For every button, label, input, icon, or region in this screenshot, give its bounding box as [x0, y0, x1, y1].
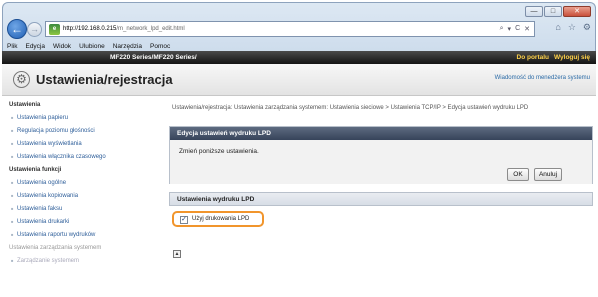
page-top-icon[interactable]: ▲ — [173, 250, 181, 258]
sidebar-item-printer[interactable]: Ustawienia drukarki — [6, 216, 160, 229]
ok-button[interactable]: OK — [507, 168, 529, 181]
edit-lpd-panel: Edycja ustawień wydruku LPD Zmień poniżs… — [169, 126, 593, 184]
main-content: Ustawienia/rejestracja: Ustawienia zarzą… — [166, 99, 596, 297]
sidebar-item-fax[interactable]: Ustawienia faksu — [6, 203, 160, 216]
edit-panel-body: Zmień poniższe ustawienia. OK Anuluj — [170, 140, 592, 184]
navigation-row: ← → e http://192.168.0.215/m_network_lpd… — [5, 18, 595, 40]
sidebar-item-display[interactable]: Ustawienia wyświetlania — [6, 138, 160, 151]
search-icon[interactable]: ⌕ — [500, 25, 504, 33]
settings-gear-icon[interactable]: ⚙ — [583, 22, 591, 33]
url-path: /m_network_lpd_edit.html — [116, 26, 185, 32]
home-icon[interactable]: ⌂ — [555, 22, 560, 33]
address-bar[interactable]: e http://192.168.0.215/m_network_lpd_edi… — [45, 21, 535, 37]
page-title-bar: ⚙ Ustawienia/rejestracja Wiadomość do me… — [2, 64, 596, 96]
device-header: MF220 Series/MF220 Series/ Do portalu Wy… — [2, 51, 596, 64]
back-button[interactable]: ← — [7, 19, 27, 39]
address-tools: ⌕ ▾ C ✕ — [500, 25, 534, 33]
page-title: Ustawienia/rejestracja — [36, 72, 173, 87]
lpd-setting-row: ✓ Użyj drukowania LPD — [169, 206, 593, 236]
lpd-settings-panel: Ustawienia wydruku LPD ✓ Użyj drukowania… — [169, 192, 593, 238]
sidebar-section-functions: Ustawienia funkcji — [9, 167, 62, 173]
lpd-section-title: Ustawienia wydruku LPD — [169, 192, 593, 206]
forward-button[interactable]: → — [27, 22, 42, 37]
portal-link[interactable]: Do portalu — [517, 51, 550, 64]
sidebar-item-report[interactable]: Ustawienia raportu wydruków — [6, 229, 160, 242]
sidebar-item-copy[interactable]: Ustawienia kopiowania — [6, 190, 160, 203]
dropdown-icon[interactable]: ▾ — [508, 25, 512, 33]
url-host: http://192.168.0.215 — [63, 26, 117, 32]
sidebar-section-settings: Ustawienia — [9, 102, 41, 108]
logout-link[interactable]: Wyloguj się — [554, 51, 590, 64]
sidebar-item-general[interactable]: Ustawienia ogólne — [6, 177, 160, 190]
maximize-button[interactable]: □ — [544, 6, 562, 17]
sidebar: Ustawienia Ustawienia papieru Regulacja … — [6, 99, 160, 297]
breadcrumb: Ustawienia/rejestracja: Ustawienia zarzą… — [172, 105, 529, 111]
admin-message-link[interactable]: Wiadomość do menedżera systemu — [495, 75, 590, 81]
use-lpd-checkbox[interactable]: ✓ — [180, 216, 188, 224]
window-controls: — □ ✕ — [525, 6, 591, 17]
device-model: MF220 Series/MF220 Series/ — [110, 54, 197, 61]
url-text[interactable]: http://192.168.0.215/m_network_lpd_edit.… — [63, 26, 500, 32]
refresh-icon[interactable]: C — [515, 25, 520, 33]
cancel-button[interactable]: Anuluj — [534, 168, 562, 181]
close-window-button[interactable]: ✕ — [563, 6, 591, 17]
stop-icon[interactable]: ✕ — [524, 25, 530, 33]
edit-note: Zmień poniższe ustawienia. — [179, 148, 259, 155]
browser-tools: ⌂ ☆ ⚙ — [555, 22, 591, 33]
sidebar-item-volume[interactable]: Regulacja poziomu głośności — [6, 125, 160, 138]
site-favicon-icon: e — [49, 23, 60, 35]
favorites-star-icon[interactable]: ☆ — [568, 22, 576, 33]
use-lpd-label[interactable]: Użyj drukowania LPD — [192, 216, 249, 222]
gear-icon: ⚙ — [13, 71, 30, 88]
sidebar-item-paper[interactable]: Ustawienia papieru — [6, 112, 160, 125]
sidebar-item-timer[interactable]: Ustawienia włącznika czasowego — [6, 151, 160, 164]
sidebar-section-system: Ustawienia zarządzania systemem — [9, 245, 102, 251]
minimize-button[interactable]: — — [525, 6, 543, 17]
sidebar-item-system-mgmt[interactable]: Zarządzanie systemem — [6, 255, 160, 268]
header-links: Do portalu Wyloguj się — [517, 51, 591, 64]
lpd-highlight-box: ✓ Użyj drukowania LPD — [172, 211, 264, 227]
edit-panel-title: Edycja ustawień wydruku LPD — [170, 127, 592, 140]
